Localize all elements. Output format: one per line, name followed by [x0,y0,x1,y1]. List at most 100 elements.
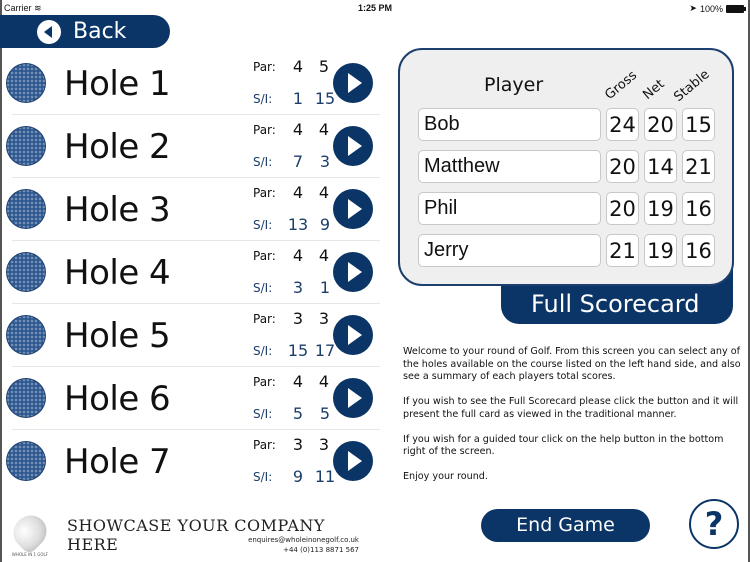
stableford-score: 15 [682,108,715,141]
si-value-2: 1 [319,278,331,297]
ad-email: enquires@wholeinonegolf.co.uk [248,536,359,544]
net-score: 14 [644,150,677,183]
help-button[interactable]: ? [689,499,739,549]
player-name: Phil [418,192,601,225]
hole-row[interactable]: Hole 4 Par: 4 4 S/I: 3 1 [6,241,380,304]
info-text: Welcome to your round of Golf. From this… [403,346,743,496]
player-name: Bob [418,108,601,141]
golf-ball-icon [6,378,46,418]
par-value-2: 4 [318,183,330,202]
stableford-score: 21 [682,150,715,183]
par-value-1: 4 [292,57,304,76]
par-value-2: 4 [318,372,330,391]
play-hole-button[interactable] [333,315,373,355]
si-value-1: 7 [292,152,304,171]
hole-row[interactable]: Hole 1 Par: 4 5 S/I: 1 15 [6,52,380,115]
par-label: Par: [253,60,276,74]
hole-name: Hole 4 [64,253,171,293]
play-hole-button[interactable] [333,189,373,229]
par-label: Par: [253,249,276,263]
si-label: S/I: [253,407,273,421]
par-value-1: 4 [292,372,304,391]
play-hole-button[interactable] [333,126,373,166]
info-paragraph: If you wish for a guided tour click on t… [403,433,724,458]
par-value-1: 4 [292,246,304,265]
gross-score: 24 [606,108,639,141]
par-label: Par: [253,123,276,137]
golf-ball-icon [6,315,46,355]
gross-score: 21 [606,234,639,267]
si-value-1: 3 [292,278,304,297]
stableford-score: 16 [682,234,715,267]
player-name: Matthew [418,150,601,183]
hole-row[interactable]: Hole 6 Par: 4 4 S/I: 5 5 [6,367,380,430]
hole-row[interactable]: Hole 2 Par: 4 4 S/I: 7 3 [6,115,380,178]
player-row: Phil 20 19 16 [418,192,718,225]
location-icon: ➤ [689,3,697,13]
hole-name: Hole 2 [64,127,171,167]
golf-ball-logo-icon [6,508,54,556]
si-value-1: 15 [287,341,309,360]
par-value-2: 4 [318,120,330,139]
hole-name: Hole 5 [64,316,171,356]
end-game-button[interactable]: End Game [481,509,650,542]
si-label: S/I: [253,218,273,232]
hole-list[interactable]: Hole 1 Par: 4 5 S/I: 1 15 Hole 2 Par: 4 … [0,52,380,492]
si-value-2: 15 [314,89,336,108]
net-score: 19 [644,234,677,267]
status-time: 1:25 PM [357,3,392,13]
player-row: Jerry 21 19 16 [418,234,718,267]
si-value-1: 1 [292,89,304,108]
hole-name: Hole 7 [64,442,171,482]
gross-score: 20 [606,150,639,183]
si-label: S/I: [253,155,273,169]
si-value-2: 17 [314,341,336,360]
play-hole-button[interactable] [333,378,373,418]
hole-name: Hole 3 [64,190,171,230]
si-value-1: 13 [287,215,309,234]
player-name: Jerry [418,234,601,267]
info-paragraph: If you wish to see the Full Scorecard pl… [403,396,739,420]
info-paragraph: Enjoy your round. [403,471,488,482]
play-hole-button[interactable] [333,252,373,292]
play-hole-button[interactable] [333,63,373,103]
par-label: Par: [253,186,276,200]
par-value-2: 3 [318,435,330,454]
si-label: S/I: [253,281,273,295]
ad-phone: +44 (0)113 8871 567 [283,546,359,554]
info-paragraph: Welcome to your round of Golf. From this… [403,346,741,382]
golf-ball-icon [6,189,46,229]
stableford-score: 16 [682,192,715,225]
net-score: 19 [644,192,677,225]
score-summary-panel: Player Gross Net Stable Bob 24 20 15 Mat… [398,48,734,286]
net-score: 20 [644,108,677,141]
golf-ball-icon [6,441,46,481]
golf-ball-icon [6,63,46,103]
header-gross: Gross [602,67,641,103]
full-scorecard-label: Full Scorecard [531,290,700,318]
header-player: Player [484,74,544,96]
header-net: Net [640,76,668,103]
status-bar: Carrier ≋ 1:25 PM ➤ 100% [0,0,750,16]
back-button-label: Back [73,19,127,44]
si-value-2: 3 [319,152,331,171]
hole-row[interactable]: Hole 5 Par: 3 3 S/I: 15 17 [6,304,380,367]
back-button[interactable]: Back [0,15,170,48]
hole-row[interactable]: Hole 7 Par: 3 3 S/I: 9 11 [6,430,380,492]
si-label: S/I: [253,470,273,484]
hole-row[interactable]: Hole 3 Par: 4 4 S/I: 13 9 [6,178,380,241]
si-label: S/I: [253,344,273,358]
golf-ball-icon [6,126,46,166]
play-hole-button[interactable] [333,441,373,481]
player-row: Matthew 20 14 21 [418,150,718,183]
status-right: ➤ 100% [689,3,746,14]
si-value-1: 9 [292,467,304,486]
par-value-2: 5 [318,57,330,76]
hole-name: Hole 1 [64,64,171,104]
gross-score: 20 [606,192,639,225]
par-value-1: 3 [292,435,304,454]
par-value-1: 4 [292,120,304,139]
sponsor-banner[interactable]: WHOLE IN 1 GOLF SHOWCASE YOUR COMPANY HE… [0,508,380,562]
par-value-1: 3 [292,309,304,328]
par-value-1: 4 [292,183,304,202]
